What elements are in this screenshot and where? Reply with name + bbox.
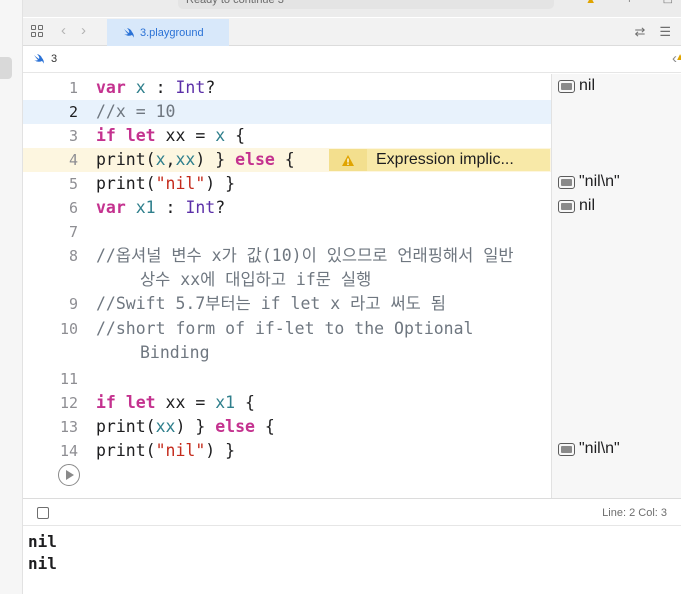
code-line: 6 var x1 : Int? bbox=[23, 196, 551, 220]
line-number: 1 bbox=[68, 79, 78, 97]
quick-look-icon[interactable] bbox=[558, 199, 575, 213]
debug-bar: Line: 2 Col: 3 bbox=[23, 498, 681, 526]
warning-icon[interactable]: ▲ bbox=[675, 52, 681, 63]
warning-icon[interactable]: ▲ bbox=[585, 0, 596, 7]
result-line-14[interactable]: "nil\n" bbox=[558, 440, 620, 458]
console-line: nil bbox=[28, 554, 57, 573]
related-items-icon[interactable]: ⇄ bbox=[634, 24, 645, 40]
tab-bar: ‹ › 3.playground ⇄ ☰ bbox=[23, 18, 681, 46]
back-chevron-icon[interactable]: ‹ bbox=[61, 22, 66, 39]
breadcrumb-label: 3 bbox=[51, 53, 58, 65]
quick-look-icon[interactable] bbox=[558, 79, 575, 93]
warning-message: Expression implic... bbox=[376, 151, 514, 168]
window-titlebar: Ready to continue 3 ▲ + ▭ bbox=[0, 0, 681, 17]
quick-look-icon[interactable] bbox=[558, 175, 575, 189]
activity-status: Ready to continue 3 bbox=[178, 0, 554, 9]
line-number: 4 bbox=[68, 151, 78, 169]
warning-annotation[interactable]: Expression implic... bbox=[329, 149, 550, 171]
console-line: nil bbox=[28, 532, 57, 551]
line-number: 11 bbox=[59, 370, 78, 388]
code-line: 1 var x : Int? bbox=[23, 76, 551, 100]
code-line: 5 print("nil") } bbox=[23, 172, 551, 196]
code-line: 3 if let xx = x { bbox=[23, 124, 551, 148]
code-line: 13 print(xx) } else { bbox=[23, 415, 551, 439]
result-line-6[interactable]: nil bbox=[558, 197, 595, 215]
cursor-position: Line: 2 Col: 3 bbox=[602, 507, 667, 519]
hide-debug-area-checkbox[interactable] bbox=[37, 507, 49, 519]
results-sidebar: nil "nil\n" nil "nil\n" bbox=[551, 74, 681, 498]
navigator-strip bbox=[0, 0, 23, 594]
navigator-handle[interactable] bbox=[0, 57, 12, 79]
breadcrumb: 3 ‹ ▲ bbox=[23, 47, 681, 73]
code-line-warning: 4 print(x,xx) } else { Expression implic… bbox=[23, 148, 551, 172]
code-line: 14 print("nil") } bbox=[23, 439, 551, 463]
code-line: 8 //옵셔널 변수 x가 값(10)이 있으므로 언래핑해서 일반 상수 xx… bbox=[23, 244, 551, 292]
line-number: 10 bbox=[59, 320, 78, 338]
code-editor[interactable]: 1 var x : Int? 2 //x = 10 3 if let xx = … bbox=[23, 74, 551, 498]
line-number: 2 bbox=[68, 103, 78, 121]
quick-look-icon[interactable] bbox=[558, 442, 575, 456]
add-icon[interactable]: + bbox=[626, 0, 632, 7]
code-line: 10 //short form of if-let to the Optiona… bbox=[23, 317, 551, 365]
console-output: nil nil bbox=[23, 527, 681, 594]
line-number: 6 bbox=[68, 199, 78, 217]
line-number: 12 bbox=[59, 394, 78, 412]
line-number: 13 bbox=[59, 418, 78, 436]
line-number: 3 bbox=[68, 127, 78, 145]
swift-icon bbox=[34, 54, 44, 64]
swift-icon bbox=[124, 27, 134, 38]
result-line-5[interactable]: "nil\n" bbox=[558, 173, 620, 191]
tab-playground[interactable]: 3.playground bbox=[107, 19, 229, 46]
run-play-icon[interactable] bbox=[58, 464, 80, 486]
line-number: 9 bbox=[68, 295, 78, 313]
line-number: 14 bbox=[59, 442, 78, 460]
breadcrumb-item[interactable]: 3 bbox=[33, 53, 57, 65]
result-line-1[interactable]: nil bbox=[558, 77, 595, 95]
code-line: 11 bbox=[23, 367, 551, 391]
tab-label: 3.playground bbox=[140, 26, 204, 39]
code-line: 7 bbox=[23, 220, 551, 244]
code-line: 12 if let xx = x1 { bbox=[23, 391, 551, 415]
line-number: 5 bbox=[68, 175, 78, 193]
line-number: 7 bbox=[68, 223, 78, 241]
code-line-current: 2 //x = 10 bbox=[23, 100, 551, 124]
editor-options-icon[interactable]: ☰ bbox=[659, 24, 671, 40]
line-number: 8 bbox=[68, 247, 78, 265]
library-icon[interactable]: ▭ bbox=[663, 0, 673, 7]
forward-chevron-icon[interactable]: › bbox=[81, 22, 86, 39]
code-line: 9 //Swift 5.7부터는 if let x 라고 써도 됨 bbox=[23, 292, 551, 316]
warning-triangle-icon bbox=[342, 154, 354, 166]
grid-icon[interactable] bbox=[31, 25, 45, 39]
